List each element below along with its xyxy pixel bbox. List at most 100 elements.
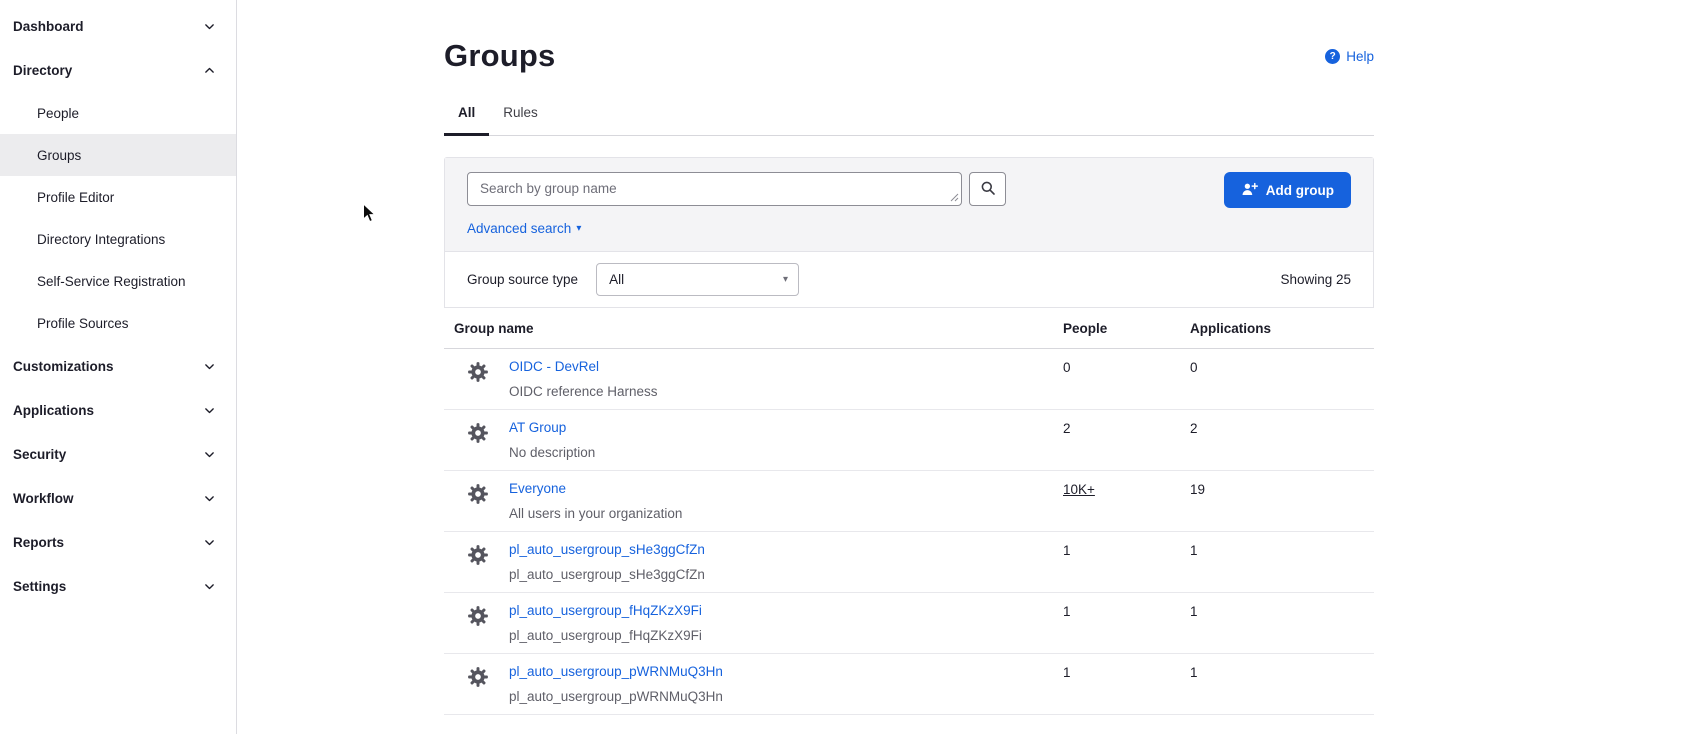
sidebar-item-label: Applications (13, 403, 94, 418)
sidebar-item-label: Directory (13, 63, 72, 78)
column-group-name: Group name (444, 321, 1063, 336)
search-icon (980, 180, 996, 199)
column-people: People (1063, 321, 1190, 336)
table-row: AT Group No description 2 2 (444, 410, 1374, 471)
sidebar-item-profile-editor[interactable]: Profile Editor (0, 176, 236, 218)
table-header: Group name People Applications (444, 308, 1374, 349)
sidebar-item-label: Workflow (13, 491, 74, 506)
main-area: Groups ? Help All Rules (237, 0, 1687, 734)
group-name-link[interactable]: pl_auto_usergroup_sHe3ggCfZn (509, 542, 705, 557)
chevron-down-icon (203, 492, 216, 505)
showing-count: Showing 25 (1280, 272, 1351, 287)
group-gear-icon (467, 544, 489, 582)
sidebar-item-security[interactable]: Security (0, 432, 236, 476)
group-name-cell: OIDC - DevRel OIDC reference Harness (444, 358, 1063, 399)
help-icon: ? (1325, 49, 1340, 64)
chevron-down-icon (203, 20, 216, 33)
sidebar-item-self-service-registration[interactable]: Self-Service Registration (0, 260, 236, 302)
page-title: Groups (444, 38, 555, 74)
sidebar-item-label: Profile Sources (37, 316, 129, 331)
sidebar-item-label: People (37, 106, 79, 121)
group-name-link[interactable]: AT Group (509, 420, 566, 435)
help-label: Help (1346, 49, 1374, 64)
group-description: All users in your organization (509, 506, 682, 521)
search-section: Add group Advanced search ▾ (445, 158, 1373, 252)
sidebar-item-label: Groups (37, 148, 81, 163)
sidebar-item-people[interactable]: People (0, 92, 236, 134)
search-button[interactable] (969, 172, 1006, 206)
filter-row: Group source type All ▾ Showing 25 (445, 252, 1373, 307)
applications-count: 2 (1190, 419, 1374, 460)
toolbar: Add group Advanced search ▾ Group source… (444, 157, 1374, 308)
help-link[interactable]: ? Help (1325, 49, 1374, 64)
applications-count: 1 (1190, 663, 1374, 704)
group-source-type-select[interactable]: All ▾ (596, 263, 799, 296)
group-description: pl_auto_usergroup_fHqZKzX9Fi (509, 628, 702, 643)
group-name-cell: pl_auto_usergroup_sHe3ggCfZn pl_auto_use… (444, 541, 1063, 582)
sidebar-item-profile-sources[interactable]: Profile Sources (0, 302, 236, 344)
group-name-link[interactable]: pl_auto_usergroup_pWRNMuQ3Hn (509, 664, 723, 679)
select-value: All (609, 272, 624, 287)
sidebar-item-reports[interactable]: Reports (0, 520, 236, 564)
group-gear-icon (467, 422, 489, 460)
sidebar-item-label: Dashboard (13, 19, 84, 34)
group-gear-icon (467, 605, 489, 643)
group-name-cell: pl_auto_usergroup_fHqZKzX9Fi pl_auto_use… (444, 602, 1063, 643)
caret-down-icon: ▾ (783, 274, 788, 285)
tab-bar: All Rules (444, 99, 1374, 136)
sidebar: Dashboard Directory People Groups Profil… (0, 0, 237, 734)
app-window: Dashboard Directory People Groups Profil… (0, 0, 1687, 734)
table-row: pl_auto_usergroup_sHe3ggCfZn pl_auto_use… (444, 532, 1374, 593)
group-description: pl_auto_usergroup_sHe3ggCfZn (509, 567, 705, 582)
tab-all[interactable]: All (444, 99, 489, 135)
applications-count: 1 (1190, 602, 1374, 643)
group-name-cell: Everyone All users in your organization (444, 480, 1063, 521)
tab-rules[interactable]: Rules (489, 99, 552, 135)
people-count: 1 (1063, 602, 1190, 643)
group-name-link[interactable]: pl_auto_usergroup_fHqZKzX9Fi (509, 603, 702, 618)
group-gear-icon (467, 361, 489, 399)
sidebar-item-label: Reports (13, 535, 64, 550)
group-name-cell: pl_auto_usergroup_pWRNMuQ3Hn pl_auto_use… (444, 663, 1063, 704)
main-content: Groups ? Help All Rules (444, 0, 1374, 715)
chevron-down-icon (203, 536, 216, 549)
people-count: 0 (1063, 358, 1190, 399)
search-input[interactable] (467, 172, 962, 206)
sidebar-item-applications[interactable]: Applications (0, 388, 236, 432)
advanced-search-label: Advanced search (467, 221, 571, 236)
column-applications: Applications (1190, 321, 1374, 336)
sidebar-item-customizations[interactable]: Customizations (0, 344, 236, 388)
sidebar-item-groups[interactable]: Groups (0, 134, 236, 176)
sidebar-item-directory[interactable]: Directory (0, 48, 236, 92)
group-gear-icon (467, 666, 489, 704)
caret-down-icon: ▾ (576, 224, 581, 234)
group-table-body: OIDC - DevRel OIDC reference Harness 0 0 (444, 349, 1374, 715)
sidebar-item-label: Directory Integrations (37, 232, 165, 247)
sidebar-item-dashboard[interactable]: Dashboard (0, 4, 236, 48)
advanced-search-link[interactable]: Advanced search ▾ (467, 221, 581, 236)
chevron-up-icon (203, 64, 216, 77)
chevron-down-icon (203, 404, 216, 417)
table-row: OIDC - DevRel OIDC reference Harness 0 0 (444, 349, 1374, 410)
people-count[interactable]: 10K+ (1063, 480, 1190, 521)
group-name-link[interactable]: OIDC - DevRel (509, 359, 599, 374)
table-row: pl_auto_usergroup_fHqZKzX9Fi pl_auto_use… (444, 593, 1374, 654)
sidebar-item-label: Self-Service Registration (37, 274, 186, 289)
group-description: OIDC reference Harness (509, 384, 658, 399)
sidebar-item-workflow[interactable]: Workflow (0, 476, 236, 520)
add-group-label: Add group (1266, 183, 1334, 198)
sidebar-item-settings[interactable]: Settings (0, 564, 236, 608)
sidebar-item-label: Security (13, 447, 66, 462)
group-description: No description (509, 445, 595, 460)
chevron-down-icon (203, 448, 216, 461)
chevron-down-icon (203, 360, 216, 373)
group-gear-icon (467, 483, 489, 521)
sidebar-item-label: Profile Editor (37, 190, 114, 205)
group-description: pl_auto_usergroup_pWRNMuQ3Hn (509, 689, 723, 704)
people-count: 2 (1063, 419, 1190, 460)
add-group-button[interactable]: Add group (1224, 172, 1351, 208)
sidebar-item-directory-integrations[interactable]: Directory Integrations (0, 218, 236, 260)
group-name-link[interactable]: Everyone (509, 481, 566, 496)
sidebar-item-label: Settings (13, 579, 66, 594)
add-person-icon (1241, 181, 1258, 200)
